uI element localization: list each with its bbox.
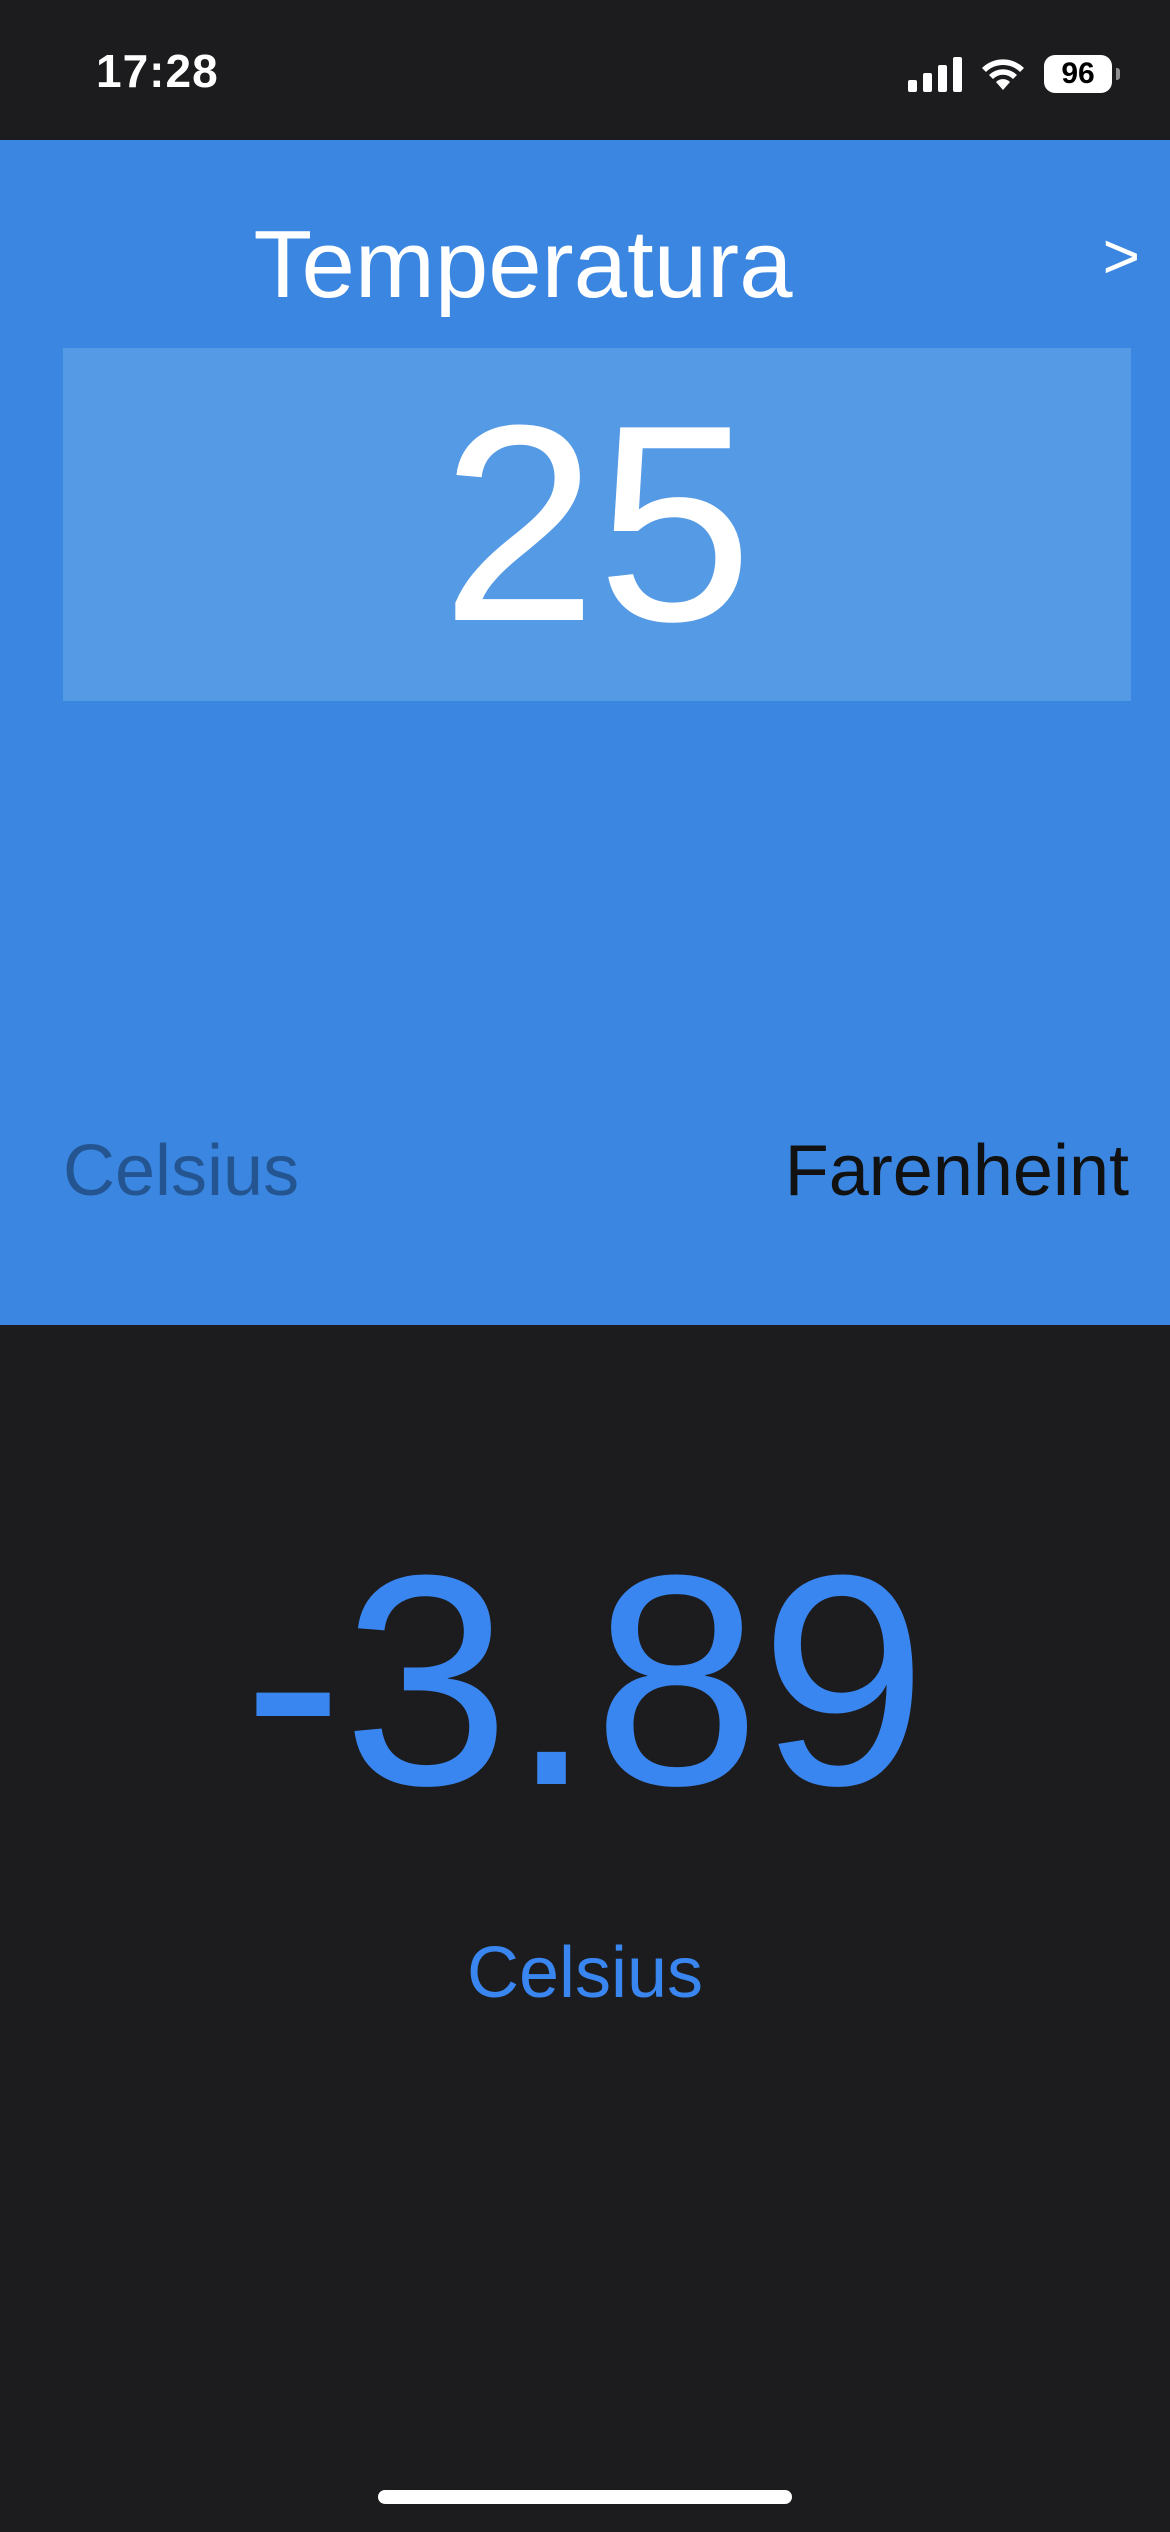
next-button[interactable]: >	[1103, 224, 1140, 288]
value-box	[63, 348, 1131, 701]
status-time: 17:28	[96, 45, 219, 97]
result-unit: Celsius	[466, 1933, 704, 2013]
unit-option-celsius[interactable]: Celsius	[63, 1130, 299, 1212]
wifi-icon	[980, 56, 1026, 92]
unit-option-fahrenheit[interactable]: Farenheint	[785, 1130, 1129, 1212]
status-bar: 17:28 96	[0, 0, 1170, 140]
status-icons: 96	[908, 52, 1120, 96]
battery-level: 96	[1061, 57, 1095, 90]
converter-screen: 17:28 96 Temperatura > 25 Celsius Farenh…	[0, 0, 1170, 2532]
home-indicator[interactable]	[378, 2490, 792, 2504]
temperature-input[interactable]	[63, 364, 1131, 685]
input-panel: Temperatura > Celsius Farenheint	[0, 140, 1170, 1325]
cellular-signal-icon	[908, 56, 962, 92]
result-value: -3.89	[243, 1512, 927, 1848]
page-title: Temperatura	[253, 211, 793, 318]
battery-icon: 96	[1044, 55, 1120, 93]
